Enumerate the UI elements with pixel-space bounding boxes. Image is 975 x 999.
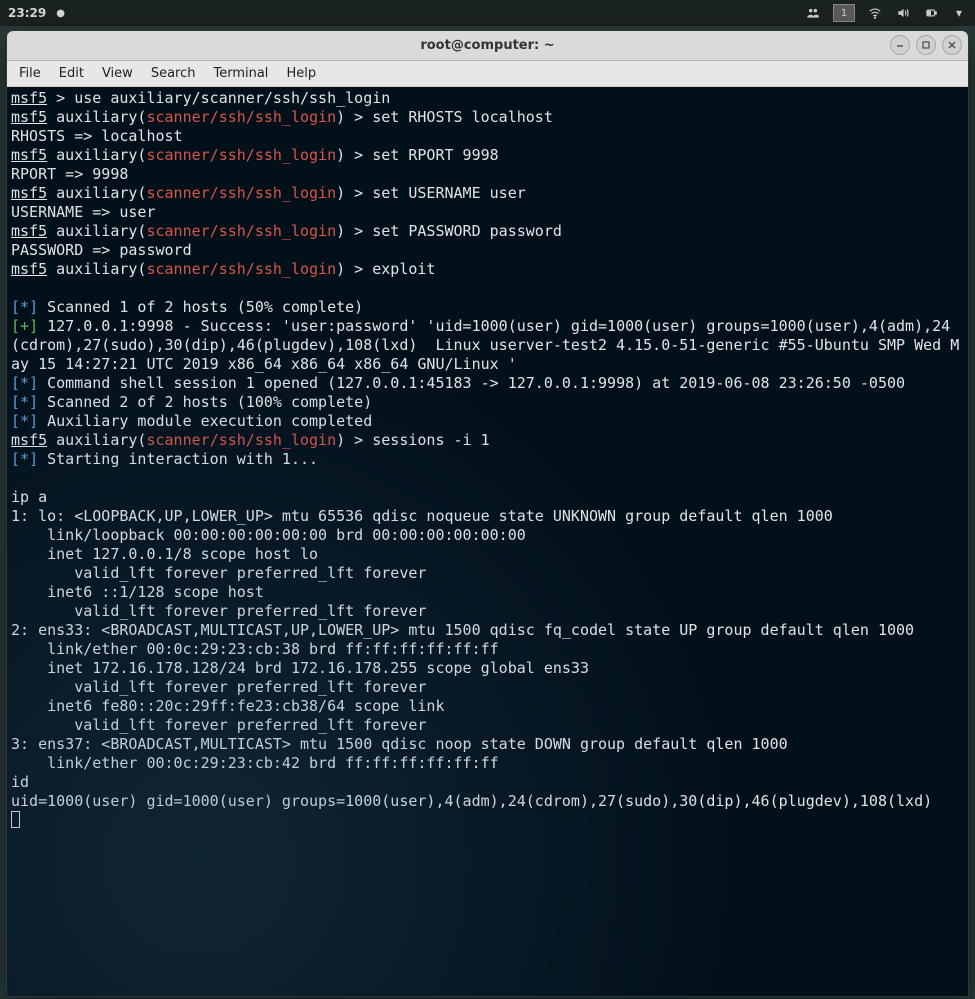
volume-icon[interactable] xyxy=(895,5,911,21)
terminal-line: msf5 auxiliary(scanner/ssh/ssh_login) > … xyxy=(11,222,964,241)
maximize-button[interactable] xyxy=(916,35,936,55)
menu-edit[interactable]: Edit xyxy=(59,66,84,81)
terminal-line: msf5 auxiliary(scanner/ssh/ssh_login) > … xyxy=(11,108,964,127)
terminal-line: ip a xyxy=(11,488,964,507)
terminal-output[interactable]: msf5 > use auxiliary/scanner/ssh/ssh_log… xyxy=(7,87,968,996)
chevron-down-icon[interactable]: ▾ xyxy=(951,5,967,21)
terminal-line xyxy=(11,469,964,488)
wifi-icon[interactable] xyxy=(867,5,883,21)
terminal-line: valid_lft forever preferred_lft forever xyxy=(11,678,964,697)
menubar: File Edit View Search Terminal Help xyxy=(7,61,968,87)
menu-help[interactable]: Help xyxy=(286,66,316,81)
close-button[interactable] xyxy=(942,35,962,55)
terminal-line xyxy=(11,279,964,298)
terminal-line: [*] Command shell session 1 opened (127.… xyxy=(11,374,964,393)
terminal-line: link/ether 00:0c:29:23:cb:42 brd ff:ff:f… xyxy=(11,754,964,773)
window-title: root@computer: ~ xyxy=(420,38,554,53)
terminal-line: inet 172.16.178.128/24 brd 172.16.178.25… xyxy=(11,659,964,678)
terminal-line: USERNAME => user xyxy=(11,203,964,222)
window-titlebar[interactable]: root@computer: ~ xyxy=(7,31,968,61)
terminal-line: valid_lft forever preferred_lft forever xyxy=(11,564,964,583)
terminal-line: id xyxy=(11,773,964,792)
terminal-line: inet6 ::1/128 scope host xyxy=(11,583,964,602)
terminal-line: 1: lo: <LOOPBACK,UP,LOWER_UP> mtu 65536 … xyxy=(11,507,964,526)
clock: 23:29 xyxy=(8,6,46,20)
workspace-indicator[interactable]: 1 xyxy=(833,4,855,22)
terminal-line: msf5 auxiliary(scanner/ssh/ssh_login) > … xyxy=(11,260,964,279)
terminal-line: valid_lft forever preferred_lft forever xyxy=(11,602,964,621)
users-icon[interactable] xyxy=(805,5,821,21)
terminal-line: RPORT => 9998 xyxy=(11,165,964,184)
terminal-line: uid=1000(user) gid=1000(user) groups=100… xyxy=(11,792,964,811)
terminal-line: [*] Starting interaction with 1... xyxy=(11,450,964,469)
terminal-line: valid_lft forever preferred_lft forever xyxy=(11,716,964,735)
terminal-line: RHOSTS => localhost xyxy=(11,127,964,146)
menu-view[interactable]: View xyxy=(102,66,133,81)
terminal-line: inet 127.0.0.1/8 scope host lo xyxy=(11,545,964,564)
terminal-line: msf5 auxiliary(scanner/ssh/ssh_login) > … xyxy=(11,431,964,450)
system-tray: 1 ▾ xyxy=(805,4,967,22)
system-panel: 23:29 ● 1 ▾ xyxy=(0,0,975,26)
terminal-line: 3: ens37: <BROADCAST,MULTICAST> mtu 1500… xyxy=(11,735,964,754)
terminal-line: msf5 auxiliary(scanner/ssh/ssh_login) > … xyxy=(11,146,964,165)
battery-icon[interactable] xyxy=(923,5,939,21)
terminal-line: inet6 fe80::20c:29ff:fe23:cb38/64 scope … xyxy=(11,697,964,716)
terminal-line: [*] Scanned 1 of 2 hosts (50% complete) xyxy=(11,298,964,317)
window-controls xyxy=(890,35,962,55)
menu-terminal[interactable]: Terminal xyxy=(213,66,268,81)
terminal-window: root@computer: ~ File Edit View Search T… xyxy=(6,30,969,997)
terminal-cursor xyxy=(11,811,20,828)
terminal-line: [*] Scanned 2 of 2 hosts (100% complete) xyxy=(11,393,964,412)
terminal-line: msf5 > use auxiliary/scanner/ssh/ssh_log… xyxy=(11,89,964,108)
minimize-button[interactable] xyxy=(890,35,910,55)
menu-search[interactable]: Search xyxy=(151,66,196,81)
terminal-line: [+] 127.0.0.1:9998 - Success: 'user:pass… xyxy=(11,317,964,374)
terminal-line: link/loopback 00:00:00:00:00:00 brd 00:0… xyxy=(11,526,964,545)
terminal-line xyxy=(11,811,964,830)
terminal-line: msf5 auxiliary(scanner/ssh/ssh_login) > … xyxy=(11,184,964,203)
menu-file[interactable]: File xyxy=(19,66,41,81)
terminal-line: link/ether 00:0c:29:23:cb:38 brd ff:ff:f… xyxy=(11,640,964,659)
recording-dot-icon: ● xyxy=(52,8,65,19)
terminal-line: [*] Auxiliary module execution completed xyxy=(11,412,964,431)
terminal-line: PASSWORD => password xyxy=(11,241,964,260)
terminal-line: 2: ens33: <BROADCAST,MULTICAST,UP,LOWER_… xyxy=(11,621,964,640)
